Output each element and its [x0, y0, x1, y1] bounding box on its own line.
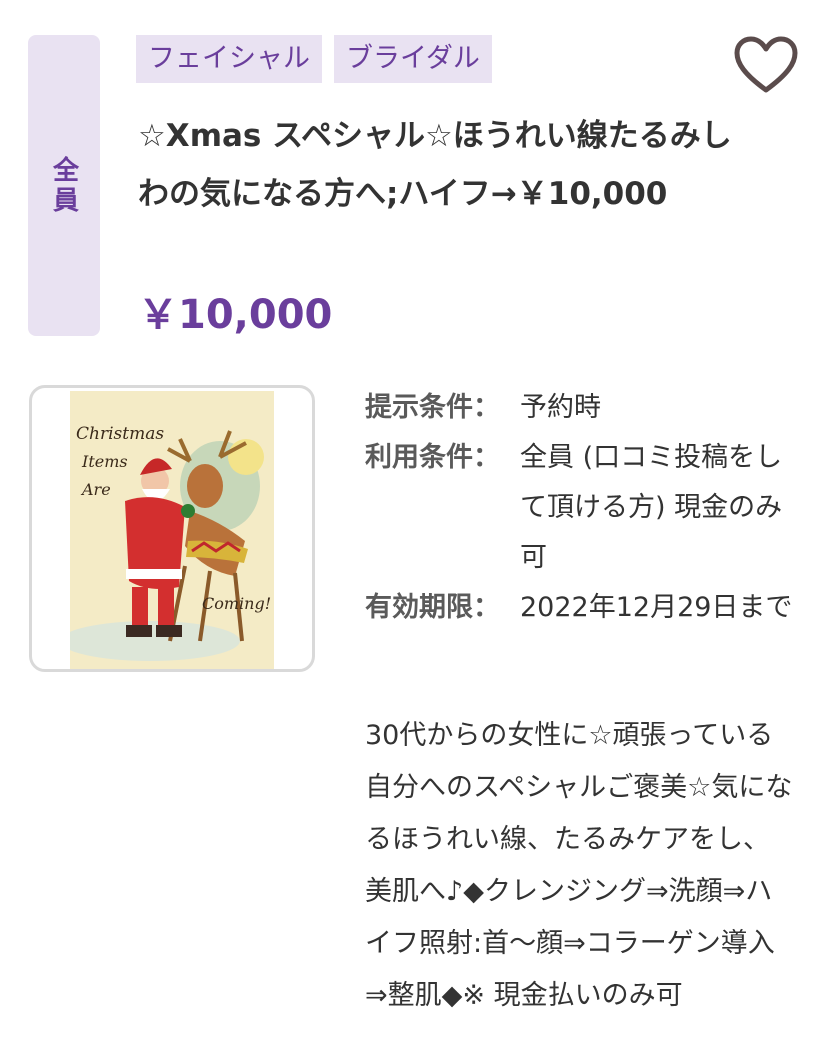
card-text-coming: Coming! [202, 594, 271, 613]
coupon-title: ☆Xmas スペシャル☆ほうれい線たるみしわの気になる方へ;ハイフ→￥10,00… [138, 118, 732, 212]
target-badge: 全員 [28, 35, 100, 336]
tag-facial: フェイシャル [136, 35, 322, 83]
condition-value: 予約時 [520, 392, 601, 423]
condition-usage: 利用条件： 全員 (口コミ投稿をして頂ける方) 現金のみ可 [365, 433, 805, 583]
tag-bridal: ブライダル [334, 35, 492, 83]
condition-expiry: 有効期限： 2022年12月29日まで [365, 583, 805, 633]
card-text-are: Are [80, 480, 111, 499]
condition-label: 提示条件： [365, 392, 500, 423]
coupon-conditions: 提示条件： 予約時 利用条件： 全員 (口コミ投稿をして頂ける方) 現金のみ可 … [365, 383, 805, 633]
condition-label: 有効期限： [365, 592, 500, 623]
condition-presentation: 提示条件： 予約時 [365, 383, 805, 433]
coupon-image[interactable]: Christmas Items Are Coming! [29, 385, 315, 672]
coupon-price: ￥10,000 [138, 292, 333, 338]
card-text-items: Items [81, 452, 128, 471]
favorite-button[interactable] [734, 36, 798, 96]
condition-label: 利用条件： [365, 442, 500, 473]
target-label: 全員 [48, 155, 79, 216]
christmas-card-image: Christmas Items Are Coming! [70, 391, 274, 669]
coupon-description: 30代からの女性に☆頑張っている自分へのスペシャルご褒美☆気になるほうれい線、た… [365, 720, 793, 1011]
condition-value: 全員 (口コミ投稿をして頂ける方) 現金のみ可 [520, 442, 783, 573]
condition-value: 2022年12月29日まで [520, 592, 793, 623]
card-text-christmas: Christmas [76, 424, 164, 444]
category-tags: フェイシャル ブライダル [136, 35, 492, 83]
heart-outline-icon [734, 36, 798, 93]
